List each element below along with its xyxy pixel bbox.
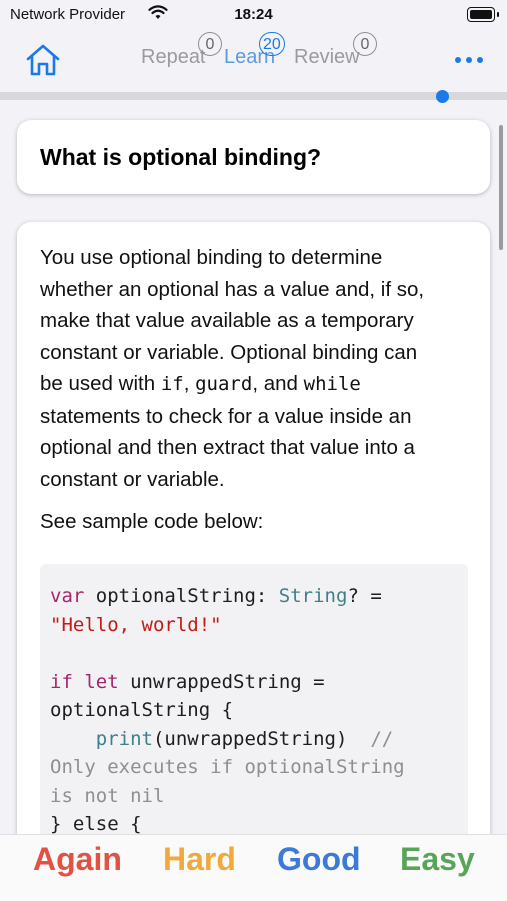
code-block: var optionalString: String? = "Hello, wo…	[40, 564, 468, 862]
good-button[interactable]: Good	[277, 841, 361, 878]
inline-code: if	[160, 373, 184, 395]
answer-line: You use optional binding to determine	[40, 246, 383, 269]
answer-line: optional and then extract that value int…	[40, 436, 415, 459]
answer-line: whether an optional has a value and, if …	[40, 277, 425, 301]
answer-line: constant or variable.	[40, 467, 225, 491]
learn-count-badge: 20	[259, 32, 285, 56]
house-icon[interactable]	[25, 42, 61, 78]
progress-indicator	[436, 90, 449, 103]
repeat-count-badge: 0	[198, 32, 222, 56]
question-text: What is optional binding?	[40, 144, 322, 170]
answer-line: constant or variable. Optional binding c…	[40, 340, 418, 364]
again-button[interactable]: Again	[33, 841, 122, 878]
status-bar: Network Provider 18:24	[0, 0, 507, 32]
code-text: var optionalString: String? = "Hello, wo…	[50, 585, 405, 835]
inline-code: while	[303, 373, 361, 395]
ellipsis-icon[interactable]	[454, 54, 486, 66]
mode-tabs: Repeat 0 Learn 20 Review 0	[140, 32, 377, 92]
easy-button[interactable]: Easy	[400, 841, 475, 878]
tab-repeat[interactable]: Repeat	[141, 46, 206, 69]
rating-bar: Again Hard Good Easy	[0, 834, 507, 901]
question-card: What is optional binding?	[17, 120, 490, 194]
answer-line: make that value available as a temporary	[40, 309, 414, 332]
answer-line: be used with if, guard, and while	[40, 372, 361, 395]
nav-bar: Repeat 0 Learn 20 Review 0	[0, 32, 507, 92]
inline-code: guard	[195, 373, 253, 395]
answer-paragraph: You use optional binding to determine wh…	[40, 242, 480, 495]
answer-card: You use optional binding to determine wh…	[17, 222, 490, 862]
review-count-badge: 0	[353, 32, 377, 56]
progress-track	[0, 92, 507, 100]
hard-button[interactable]: Hard	[163, 841, 236, 878]
clock: 18:24	[234, 6, 273, 23]
sample-code-label: See sample code below:	[40, 510, 264, 533]
battery-icon	[467, 7, 499, 22]
answer-line: statements to check for a value inside a…	[40, 404, 412, 428]
scroll-indicator[interactable]	[499, 125, 503, 250]
tab-review[interactable]: Review	[294, 46, 360, 69]
